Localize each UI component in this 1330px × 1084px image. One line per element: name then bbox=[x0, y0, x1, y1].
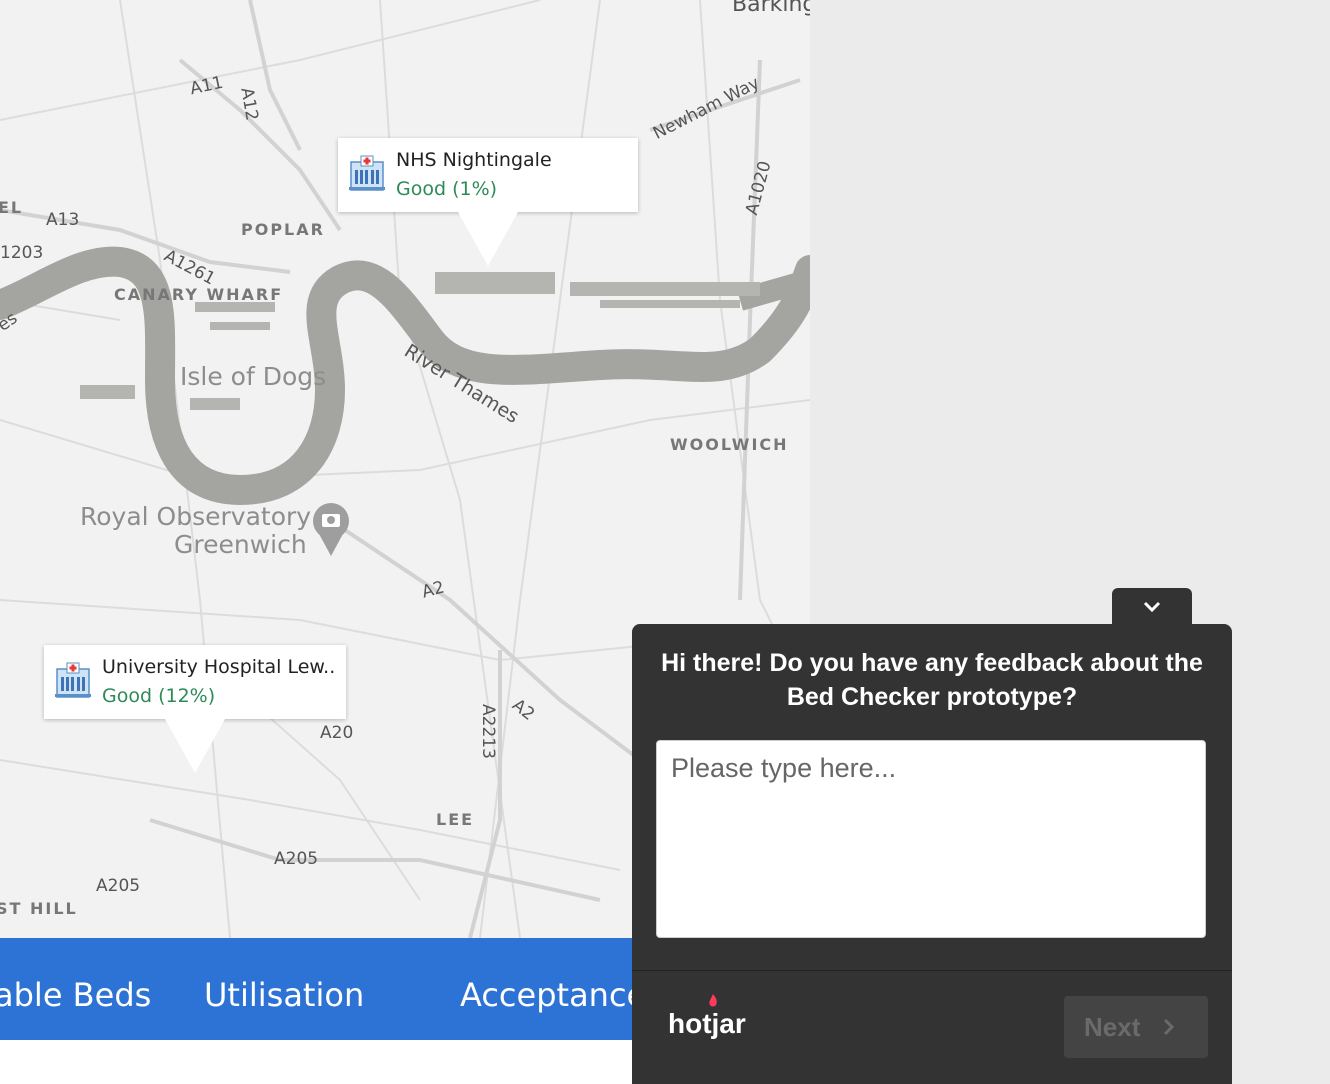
hospital-marker-nightingale[interactable]: NHS Nightingale Good (1%) bbox=[338, 138, 638, 266]
next-button-label: Next bbox=[1084, 1012, 1141, 1042]
map-label-lee: LEE bbox=[436, 810, 475, 829]
flame-icon bbox=[709, 994, 717, 1007]
feedback-question: Hi there! Do you have any feedback about… bbox=[661, 649, 1203, 711]
map-label-a205-west: A205 bbox=[96, 876, 141, 896]
tab-utilisation[interactable]: Utilisation bbox=[204, 938, 364, 1040]
map-label-hill: ST HILL bbox=[0, 899, 78, 918]
map-label-a205: A205 bbox=[274, 849, 319, 869]
tab-acceptance[interactable]: Acceptance bbox=[460, 938, 646, 1040]
map-label-poplar: POPLAR bbox=[241, 220, 325, 239]
map-label-royal-observatory: Royal Observatory bbox=[80, 502, 312, 531]
map-label-a2213: A2213 bbox=[478, 704, 498, 759]
map-label-woolwich: WOOLWICH bbox=[670, 435, 789, 454]
feedback-widget: Hi there! Do you have any feedback about… bbox=[632, 624, 1232, 1084]
hospital-marker-lewisham[interactable]: University Hospital Lew.. Good (12%) bbox=[44, 645, 346, 773]
chevron-right-icon bbox=[1163, 1018, 1175, 1036]
map-label-canary-wharf: CANARY WHARF bbox=[114, 285, 284, 304]
hospital-status: Good (1%) bbox=[396, 178, 498, 200]
feedback-input[interactable] bbox=[656, 740, 1206, 938]
hospital-name: University Hospital Lew.. bbox=[102, 656, 336, 678]
map-label-el: EL bbox=[0, 198, 24, 217]
next-button[interactable]: Next bbox=[1064, 996, 1208, 1058]
map-label-greenwich: Greenwich bbox=[174, 530, 307, 559]
divider bbox=[632, 970, 1232, 971]
map-label-a20: A20 bbox=[320, 723, 354, 743]
hospital-icon bbox=[55, 662, 91, 698]
hospital-status: Good (12%) bbox=[102, 685, 216, 707]
map-label-a13: A13 bbox=[46, 210, 80, 230]
map-label-a1203: 1203 bbox=[0, 243, 44, 263]
hospital-icon bbox=[349, 155, 385, 191]
feedback-collapse-button[interactable] bbox=[1112, 588, 1192, 626]
map-label-barking: Barking bbox=[732, 0, 810, 17]
hospital-name: NHS Nightingale bbox=[396, 149, 552, 171]
hotjar-logo-text: hotjar bbox=[668, 1008, 746, 1039]
tab-available-beds[interactable]: able Beds bbox=[0, 938, 151, 1040]
hotjar-logo[interactable]: hotjar bbox=[668, 994, 746, 1040]
map-label-isle-of-dogs: Isle of Dogs bbox=[180, 362, 327, 391]
chevron-down-icon bbox=[1143, 601, 1161, 613]
